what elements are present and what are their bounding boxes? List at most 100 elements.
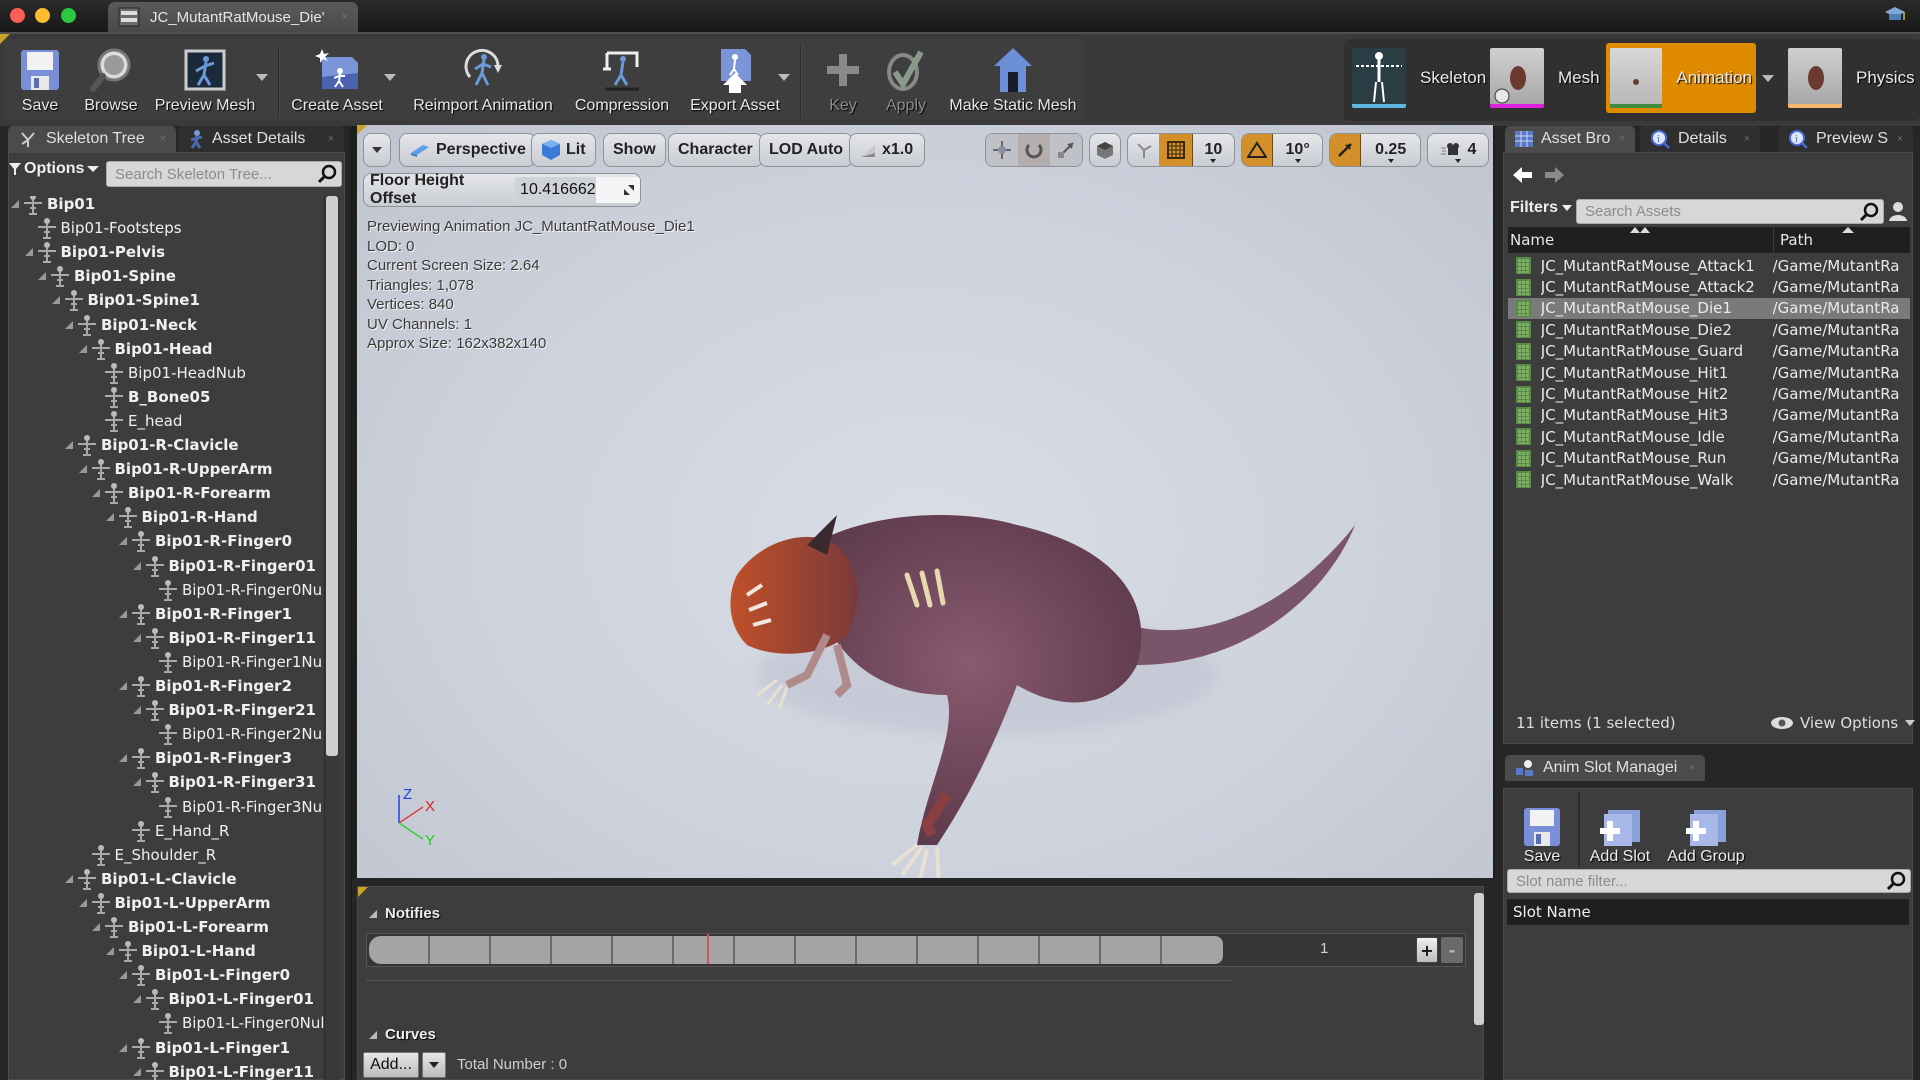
apply-button[interactable]: Apply bbox=[874, 39, 938, 119]
expand-triangle-icon[interactable] bbox=[118, 609, 128, 619]
add-slot-button[interactable]: Add Slot bbox=[1584, 796, 1656, 866]
tree-item[interactable]: E_Shoulder_R bbox=[78, 843, 216, 867]
tree-item[interactable]: Bip01-R-Finger3Nu bbox=[145, 795, 322, 819]
document-tab[interactable]: JC_MutantRatMouse_Die' × bbox=[108, 2, 358, 32]
tree-item[interactable]: Bip01-L-Forearm bbox=[91, 915, 269, 939]
expand-triangle-icon[interactable] bbox=[132, 561, 142, 571]
show-button[interactable]: Show bbox=[603, 133, 666, 167]
tree-item[interactable]: Bip01-R-Forearm bbox=[91, 481, 271, 505]
expand-triangle-icon[interactable] bbox=[91, 488, 101, 498]
translate-mode-button[interactable] bbox=[986, 134, 1018, 166]
timeline-scrollbar-thumb[interactable] bbox=[1474, 893, 1484, 1025]
mode-animation[interactable]: Animation bbox=[1606, 43, 1756, 113]
tree-item[interactable]: Bip01-Pelvis bbox=[24, 240, 165, 264]
tree-item[interactable]: Bip01-R-Finger11 bbox=[132, 626, 316, 650]
remove-track-button[interactable]: - bbox=[1441, 937, 1463, 963]
make-static-mesh-button[interactable]: Make Static Mesh bbox=[946, 39, 1080, 119]
tree-item[interactable]: Bip01-Head bbox=[78, 337, 213, 361]
perspective-button[interactable]: Perspective bbox=[399, 133, 536, 167]
expand-triangle-icon[interactable] bbox=[118, 536, 128, 546]
tree-item[interactable]: Bip01-L-Finger1 bbox=[118, 1036, 290, 1060]
expand-triangle-icon[interactable] bbox=[118, 753, 128, 763]
expand-triangle-icon[interactable] bbox=[64, 874, 74, 884]
camera-speed-button[interactable]: 4 bbox=[1428, 134, 1488, 166]
asset-row[interactable]: JC_MutantRatMouse_Hit1/Game/MutantRa bbox=[1508, 362, 1910, 383]
tree-item[interactable]: Bip01-Spine bbox=[37, 264, 176, 288]
asset-row[interactable]: JC_MutantRatMouse_Attack1/Game/MutantRa bbox=[1508, 255, 1910, 276]
tree-item[interactable]: Bip01-R-Finger2 bbox=[118, 674, 292, 698]
scale-snap-toggle[interactable] bbox=[1330, 134, 1362, 166]
slot-name-column-header[interactable]: Slot Name bbox=[1507, 899, 1909, 925]
timeline-segment[interactable] bbox=[613, 936, 674, 964]
expand-triangle-icon[interactable] bbox=[37, 271, 47, 281]
surface-snap-button[interactable] bbox=[1128, 134, 1159, 166]
tree-item[interactable]: Bip01-R-Finger1 bbox=[118, 602, 292, 626]
add-curve-button[interactable]: Add... bbox=[363, 1052, 419, 1078]
tree-item[interactable]: Bip01-HeadNub bbox=[91, 361, 246, 385]
user-filter-icon[interactable] bbox=[1888, 200, 1908, 222]
tab-skeleton-tree[interactable]: Skeleton Tree × bbox=[8, 126, 176, 152]
tree-item[interactable]: Bip01-Spine1 bbox=[51, 288, 200, 312]
mode-skeleton[interactable]: Skeleton bbox=[1348, 43, 1490, 113]
key-button[interactable]: Key bbox=[816, 39, 870, 119]
tree-item[interactable]: Bip01-R-Finger0Nu bbox=[145, 578, 322, 602]
expand-triangle-icon[interactable] bbox=[24, 247, 34, 257]
expand-triangle-icon[interactable] bbox=[78, 464, 88, 474]
name-column-header[interactable]: Name bbox=[1508, 227, 1774, 253]
timeline-segment[interactable] bbox=[674, 936, 735, 964]
curves-section-header[interactable]: Curves bbox=[369, 1026, 436, 1043]
tree-item[interactable]: E_Hand_R bbox=[118, 819, 229, 843]
tree-item[interactable]: Bip01-R-Finger3 bbox=[118, 746, 292, 770]
tree-item[interactable]: B_Bone05 bbox=[91, 385, 210, 409]
timeline-segment[interactable] bbox=[491, 936, 552, 964]
save-button[interactable]: Save bbox=[8, 39, 72, 119]
tree-item[interactable]: Bip01-R-Finger01 bbox=[132, 554, 316, 578]
asset-row[interactable]: JC_MutantRatMouse_Hit2/Game/MutantRa bbox=[1508, 383, 1910, 404]
compression-button[interactable]: Compression bbox=[570, 39, 674, 119]
lod-button[interactable]: LOD Auto bbox=[759, 133, 854, 167]
animation-mode-dropdown-icon[interactable] bbox=[1762, 75, 1774, 82]
asset-row[interactable]: JC_MutantRatMouse_Idle/Game/MutantRa bbox=[1508, 426, 1910, 447]
floor-height-input[interactable]: 10.416662 bbox=[515, 177, 640, 203]
expand-triangle-icon[interactable] bbox=[132, 705, 142, 715]
timeline-segment[interactable] bbox=[1162, 936, 1223, 964]
asset-row[interactable]: JC_MutantRatMouse_Attack2/Game/MutantRa bbox=[1508, 276, 1910, 297]
expand-triangle-icon[interactable] bbox=[78, 344, 88, 354]
character-button[interactable]: Character bbox=[668, 133, 763, 167]
timeline-segment[interactable] bbox=[735, 936, 796, 964]
skeleton-search-input[interactable] bbox=[115, 165, 341, 183]
back-arrow-icon[interactable] bbox=[1512, 166, 1534, 184]
tree-item[interactable]: Bip01-L-Finger0 bbox=[118, 963, 290, 987]
mode-mesh[interactable]: Mesh bbox=[1486, 43, 1604, 113]
options-dropdown[interactable]: Options bbox=[8, 160, 100, 178]
close-tab-icon[interactable]: × bbox=[328, 133, 334, 145]
expand-triangle-icon[interactable] bbox=[51, 295, 61, 305]
grid-snap-value[interactable]: 10 bbox=[1193, 134, 1234, 166]
create-asset-button[interactable]: Create Asset bbox=[286, 39, 388, 119]
tree-item[interactable]: Bip01-R-Finger31 bbox=[132, 770, 316, 794]
tree-item[interactable]: Bip01-R-Finger2Nu bbox=[145, 722, 322, 746]
slot-filter-field[interactable] bbox=[1507, 869, 1911, 893]
tree-item[interactable]: Bip01-Footsteps bbox=[24, 216, 182, 240]
tab-asset-details[interactable]: Asset Details × bbox=[178, 126, 344, 152]
close-tab-icon[interactable]: × bbox=[1744, 133, 1750, 145]
tab-preview-scene[interactable]: i Preview S × bbox=[1778, 126, 1913, 152]
preview-mesh-button[interactable]: Preview Mesh bbox=[150, 39, 260, 119]
tree-item[interactable]: Bip01-Neck bbox=[64, 313, 197, 337]
notifies-section-header[interactable]: Notifies bbox=[369, 905, 440, 922]
minimize-window-button[interactable] bbox=[35, 8, 50, 23]
lit-button[interactable]: Lit bbox=[531, 133, 596, 167]
timeline-segment[interactable] bbox=[857, 936, 918, 964]
expand-triangle-icon[interactable] bbox=[118, 681, 128, 691]
scale-mode-button[interactable] bbox=[1050, 134, 1082, 166]
timeline-segment[interactable] bbox=[796, 936, 857, 964]
tree-item[interactable]: Bip01-R-Clavicle bbox=[64, 433, 239, 457]
preview-mesh-dropdown-icon[interactable] bbox=[256, 74, 268, 81]
tree-item[interactable]: Bip01-R-Hand bbox=[105, 505, 258, 529]
close-window-button[interactable] bbox=[10, 8, 25, 23]
export-asset-dropdown-icon[interactable] bbox=[778, 74, 790, 81]
forward-arrow-icon[interactable] bbox=[1543, 166, 1565, 184]
maximize-window-button[interactable] bbox=[61, 8, 76, 23]
tree-item[interactable]: Bip01-L-Clavicle bbox=[64, 867, 237, 891]
tree-item[interactable]: Bip01-L-Finger11 bbox=[132, 1060, 314, 1080]
